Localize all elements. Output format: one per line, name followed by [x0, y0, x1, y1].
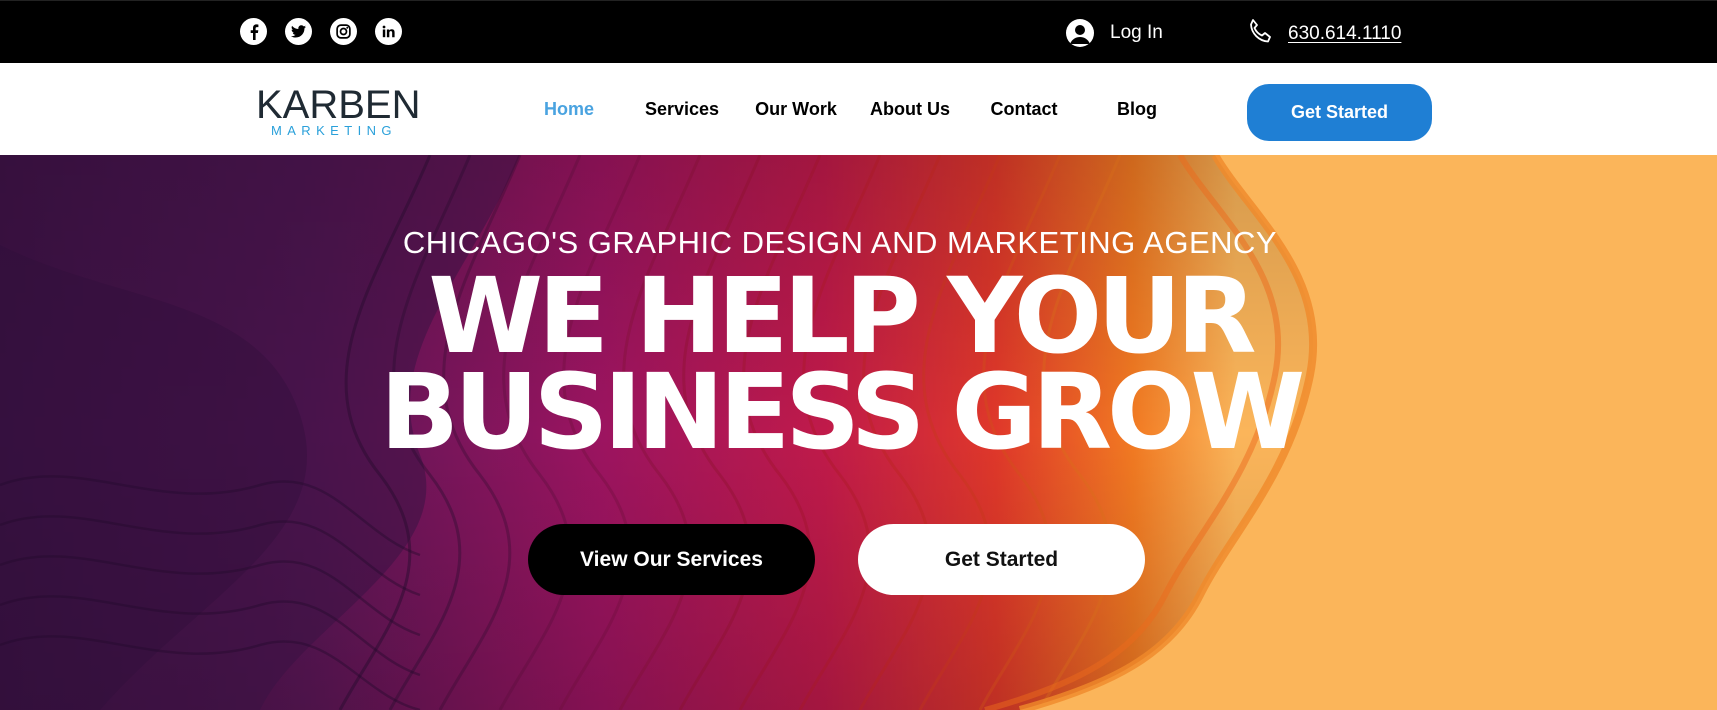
facebook-icon[interactable]: [240, 18, 267, 45]
get-started-hero-button[interactable]: Get Started: [858, 524, 1145, 595]
nav-item-contact[interactable]: Contact: [991, 99, 1058, 120]
nav-item-blog[interactable]: Blog: [1117, 99, 1157, 120]
nav-item-about-us[interactable]: About Us: [870, 99, 950, 120]
hero-section: CHICAGO'S GRAPHIC DESIGN AND MARKETING A…: [0, 155, 1717, 710]
top-bar: Log In 630.614.1110: [0, 0, 1717, 63]
phone-number: 630.614.1110: [1288, 23, 1402, 44]
hero-title-line-2: BUSINESS GROW: [379, 351, 1305, 473]
login-link[interactable]: Log In: [1066, 19, 1163, 47]
get-started-nav-button[interactable]: Get Started: [1247, 84, 1432, 141]
nav-item-home[interactable]: Home: [544, 99, 594, 120]
nav-item-our-work[interactable]: Our Work: [755, 99, 837, 120]
twitter-icon[interactable]: [285, 18, 312, 45]
logo[interactable]: KARBEN MARKETING: [256, 83, 424, 139]
logo-wordmark: KARBEN: [256, 83, 421, 127]
social-links: [240, 18, 402, 45]
nav-item-services[interactable]: Services: [645, 99, 719, 120]
user-icon: [1066, 19, 1094, 47]
linkedin-icon[interactable]: [375, 18, 402, 45]
main-nav: KARBEN MARKETING Home Services Our Work …: [0, 63, 1717, 155]
instagram-icon[interactable]: [330, 18, 357, 45]
hero-title-line-1: WE HELP YOUR: [428, 255, 1256, 377]
phone-icon: [1246, 17, 1274, 51]
login-label: Log In: [1110, 22, 1163, 43]
view-services-button[interactable]: View Our Services: [528, 524, 815, 595]
phone-link[interactable]: 630.614.1110: [1246, 17, 1401, 51]
logo-subtitle: MARKETING: [271, 123, 397, 138]
